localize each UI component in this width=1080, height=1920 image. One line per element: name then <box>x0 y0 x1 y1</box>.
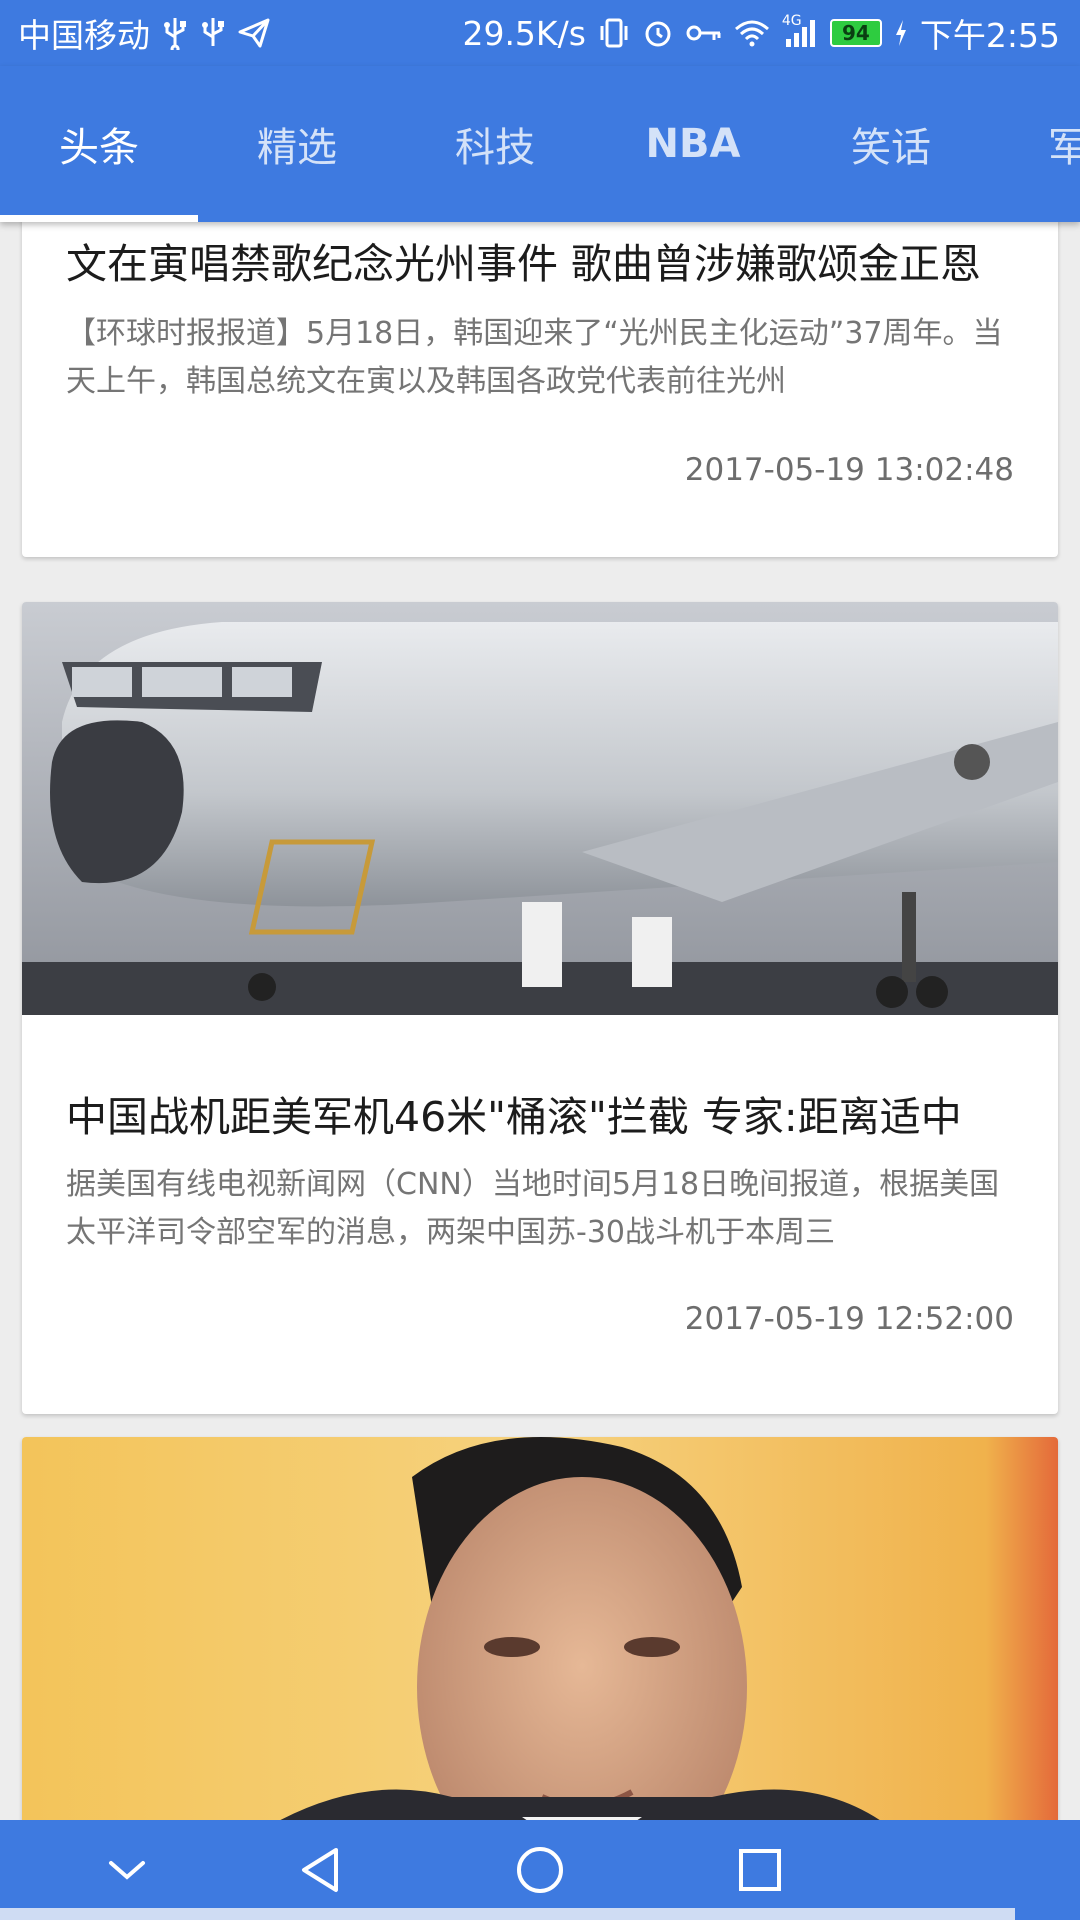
usb-icon <box>162 13 188 53</box>
recents-icon[interactable] <box>725 1838 795 1902</box>
active-tab-indicator <box>0 215 198 222</box>
signal-icon: 4G <box>782 13 818 53</box>
article-timestamp: 2017-05-19 13:02:48 <box>684 452 1014 488</box>
portrait-photo <box>22 1437 1058 1820</box>
tab-nba[interactable]: NBA <box>594 66 792 222</box>
clock-label: 下午2:55 <box>919 16 1060 55</box>
tab-jokes[interactable]: 笑话 <box>792 66 990 222</box>
status-bar: 中国移动 29.5K/s 4G 94 下午2:55 <box>0 0 1080 66</box>
vibrate-icon <box>598 13 630 53</box>
article-title: 中国战机距美军机46米"桶滚"拦截 专家:距离适中 <box>66 1093 962 1141</box>
wifi-icon <box>734 13 770 53</box>
news-feed[interactable]: 文在寅唱禁歌纪念光州事件 歌曲曾涉嫌歌颂金正恩 【环球时报报道】5月18日，韩国… <box>0 222 1080 1820</box>
aircraft-photo <box>22 602 1058 1015</box>
alarm-icon <box>642 13 674 53</box>
net-speed-label: 29.5K/s <box>462 13 586 53</box>
tab-military[interactable]: 军 <box>1048 66 1080 222</box>
article-summary: 据美国有线电视新闻网（CNN）当地时间5月18日晚间报道，根据美国太平洋司令部空… <box>66 1167 1000 1250</box>
usb-icon <box>200 13 226 53</box>
key-icon <box>686 13 722 53</box>
network-type-label: 4G <box>781 13 802 29</box>
status-bar-right: 29.5K/s 4G 94 下午2:55 <box>462 9 1060 57</box>
charging-icon <box>894 13 908 53</box>
tab-headlines[interactable]: 头条 <box>0 66 198 222</box>
news-card[interactable] <box>22 1437 1058 1820</box>
back-icon[interactable] <box>285 1838 355 1902</box>
chevron-down-icon[interactable] <box>92 1838 162 1902</box>
tab-featured[interactable]: 精选 <box>198 66 396 222</box>
battery-icon: 94 <box>829 19 882 47</box>
nav-bar-strip <box>0 1908 1015 1920</box>
send-icon <box>238 13 270 53</box>
tab-tech[interactable]: 科技 <box>396 66 594 222</box>
home-icon[interactable] <box>505 1838 575 1902</box>
news-card[interactable]: 文在寅唱禁歌纪念光州事件 歌曲曾涉嫌歌颂金正恩 【环球时报报道】5月18日，韩国… <box>22 222 1058 557</box>
article-title: 文在寅唱禁歌纪念光州事件 歌曲曾涉嫌歌颂金正恩 <box>66 240 982 288</box>
carrier-label: 中国移动 <box>18 16 150 55</box>
article-timestamp: 2017-05-19 12:52:00 <box>684 1301 1014 1337</box>
status-bar-left: 中国移动 <box>18 9 270 57</box>
category-tab-bar: 头条 精选 科技 NBA 笑话 军 <box>0 66 1080 222</box>
news-card[interactable]: 中国战机距美军机46米"桶滚"拦截 专家:距离适中 据美国有线电视新闻网（CNN… <box>22 602 1058 1414</box>
system-navigation-bar <box>0 1820 1080 1920</box>
article-summary: 【环球时报报道】5月18日，韩国迎来了“光州民主化运动”37周年。当天上午，韩国… <box>66 316 1003 399</box>
